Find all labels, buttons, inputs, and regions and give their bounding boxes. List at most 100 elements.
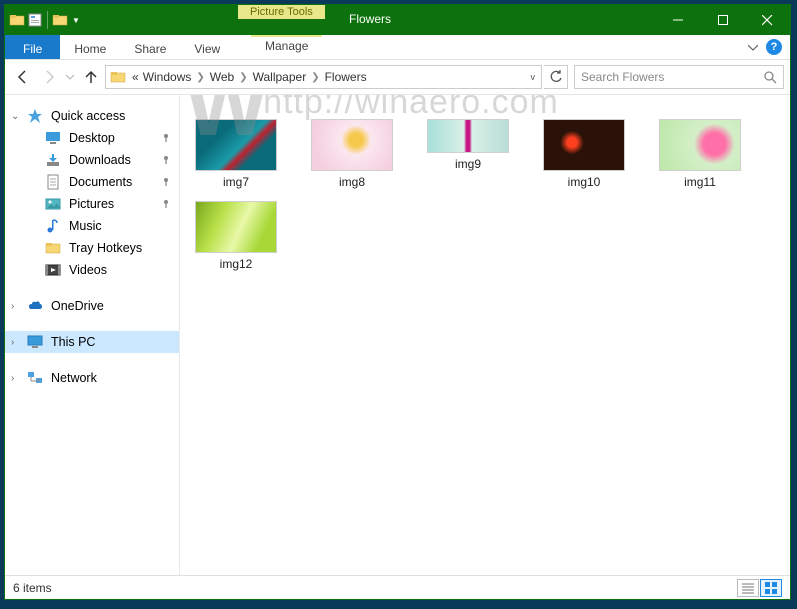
body: Whttp://winaero.com ⌄ Quick access Deskt… bbox=[5, 95, 790, 575]
address-bar-row: « Windows❯ Web❯ Wallpaper❯ Flowers v bbox=[5, 60, 790, 95]
sidebar-item[interactable]: Tray Hotkeys bbox=[5, 237, 179, 259]
file-name: img8 bbox=[339, 175, 365, 189]
tab-view[interactable]: View bbox=[180, 35, 234, 59]
sidebar-onedrive[interactable]: › OneDrive bbox=[5, 295, 179, 317]
file-name: img11 bbox=[684, 175, 716, 189]
details-view-button[interactable] bbox=[737, 579, 759, 597]
item-count: 6 items bbox=[13, 581, 52, 595]
folder-icon bbox=[9, 12, 25, 28]
chevron-right-icon[interactable]: ❯ bbox=[193, 72, 207, 83]
sidebar-item-label: Tray Hotkeys bbox=[69, 241, 142, 255]
sidebar-item-label: Pictures bbox=[69, 197, 114, 211]
sidebar-item[interactable]: Music bbox=[5, 215, 179, 237]
breadcrumb-item[interactable]: Web bbox=[208, 70, 236, 84]
breadcrumb-item[interactable]: Windows bbox=[141, 70, 194, 84]
properties-icon[interactable] bbox=[27, 12, 43, 28]
sidebar-item[interactable]: Documents bbox=[5, 171, 179, 193]
file-item[interactable]: img9 bbox=[424, 119, 512, 189]
desktop-icon bbox=[45, 130, 61, 146]
downloads-icon bbox=[45, 152, 61, 168]
thumbnail bbox=[195, 119, 277, 171]
back-button[interactable] bbox=[11, 65, 35, 89]
file-item[interactable]: img7 bbox=[192, 119, 280, 189]
pin-icon bbox=[161, 199, 171, 209]
chevron-right-icon[interactable]: ❯ bbox=[308, 72, 322, 83]
new-folder-icon[interactable] bbox=[52, 12, 68, 28]
recent-dropdown-icon[interactable] bbox=[63, 65, 77, 89]
star-icon bbox=[27, 108, 43, 124]
sidebar-item-label: Music bbox=[69, 219, 102, 233]
chevron-right-icon[interactable]: › bbox=[11, 337, 14, 348]
sidebar-quick-access[interactable]: ⌄ Quick access bbox=[5, 105, 179, 127]
context-tab-header: Picture Tools bbox=[238, 5, 325, 19]
sidebar-item[interactable]: Pictures bbox=[5, 193, 179, 215]
navigation-pane: ⌄ Quick access Desktop Downloads Documents… bbox=[5, 95, 180, 575]
chevron-right-icon[interactable]: › bbox=[11, 301, 14, 312]
music-icon bbox=[45, 218, 61, 234]
file-item[interactable]: img12 bbox=[192, 201, 280, 271]
file-item[interactable]: img10 bbox=[540, 119, 628, 189]
search-input[interactable] bbox=[581, 70, 763, 84]
qat-dropdown-icon[interactable]: ▼ bbox=[70, 16, 82, 25]
folder-icon bbox=[110, 69, 126, 85]
tab-manage[interactable]: Manage bbox=[251, 35, 322, 53]
breadcrumb-item[interactable]: Wallpaper bbox=[251, 70, 309, 84]
file-item[interactable]: img11 bbox=[656, 119, 744, 189]
pictures-icon bbox=[45, 196, 61, 212]
sidebar-network[interactable]: › Network bbox=[5, 367, 179, 389]
up-button[interactable] bbox=[79, 65, 103, 89]
pin-icon bbox=[161, 133, 171, 143]
file-name: img12 bbox=[220, 257, 253, 271]
sidebar-item-label: OneDrive bbox=[51, 299, 104, 313]
sidebar-item-label: Videos bbox=[69, 263, 107, 277]
address-bar[interactable]: « Windows❯ Web❯ Wallpaper❯ Flowers v bbox=[105, 65, 542, 89]
pin-icon bbox=[161, 155, 171, 165]
explorer-window: ▼ Picture Tools Flowers File Home Share … bbox=[4, 4, 791, 600]
status-bar: 6 items bbox=[5, 575, 790, 599]
sidebar-item[interactable]: Desktop bbox=[5, 127, 179, 149]
help-icon[interactable]: ? bbox=[766, 39, 782, 55]
thumbnail bbox=[543, 119, 625, 171]
context-tab-label: Picture Tools bbox=[238, 5, 325, 19]
sidebar-item-label: Desktop bbox=[69, 131, 115, 145]
file-item[interactable]: img8 bbox=[308, 119, 396, 189]
file-name: img10 bbox=[568, 175, 601, 189]
file-name: img9 bbox=[455, 157, 481, 171]
expand-ribbon-icon[interactable] bbox=[748, 42, 758, 52]
network-icon bbox=[27, 370, 43, 386]
file-list[interactable]: img7 img8 img9 img10 img11 img12 bbox=[180, 95, 790, 575]
monitor-icon bbox=[27, 334, 43, 350]
documents-icon bbox=[45, 174, 61, 190]
sidebar-item-label: Quick access bbox=[51, 109, 125, 123]
chevron-right-icon[interactable]: › bbox=[11, 373, 14, 384]
breadcrumb-overflow[interactable]: « bbox=[130, 70, 141, 84]
sidebar-item-label: Documents bbox=[69, 175, 132, 189]
sidebar-this-pc[interactable]: › This PC bbox=[5, 331, 179, 353]
refresh-button[interactable] bbox=[544, 65, 568, 89]
file-tab[interactable]: File bbox=[5, 35, 60, 59]
sidebar-item[interactable]: Downloads bbox=[5, 149, 179, 171]
close-button[interactable] bbox=[745, 5, 790, 35]
chevron-right-icon[interactable]: ❯ bbox=[236, 72, 250, 83]
ribbon-tabs: File Home Share View Manage ? bbox=[5, 35, 790, 60]
thumbnails-view-button[interactable] bbox=[760, 579, 782, 597]
sidebar-item-label: Downloads bbox=[69, 153, 131, 167]
videos-icon bbox=[45, 262, 61, 278]
tab-home[interactable]: Home bbox=[60, 35, 120, 59]
forward-button[interactable] bbox=[37, 65, 61, 89]
search-box[interactable] bbox=[574, 65, 784, 89]
chevron-down-icon[interactable]: ⌄ bbox=[11, 111, 19, 122]
quick-access-toolbar: ▼ bbox=[5, 5, 86, 35]
breadcrumb-item[interactable]: Flowers bbox=[323, 70, 369, 84]
maximize-button[interactable] bbox=[700, 5, 745, 35]
window-title: Flowers bbox=[349, 12, 391, 26]
address-dropdown-icon[interactable]: v bbox=[525, 72, 542, 82]
thumbnail bbox=[195, 201, 277, 253]
sidebar-item-label: This PC bbox=[51, 335, 95, 349]
cloud-icon bbox=[27, 298, 43, 314]
tab-share[interactable]: Share bbox=[120, 35, 180, 59]
sidebar-item[interactable]: Videos bbox=[5, 259, 179, 281]
separator bbox=[47, 11, 48, 29]
thumbnail bbox=[659, 119, 741, 171]
minimize-button[interactable] bbox=[655, 5, 700, 35]
